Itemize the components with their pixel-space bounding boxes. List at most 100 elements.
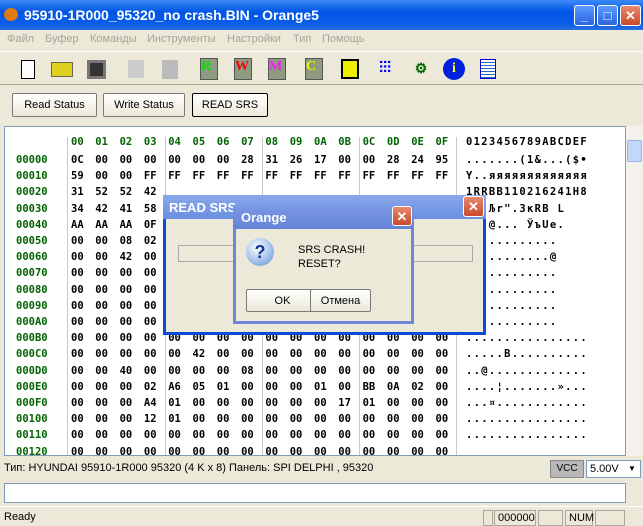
hex-byte[interactable]: FF bbox=[290, 170, 303, 182]
hex-byte[interactable]: 00 bbox=[241, 348, 254, 360]
menu-tools[interactable]: Инструменты bbox=[147, 33, 216, 45]
hex-byte[interactable]: 00 bbox=[95, 381, 108, 393]
hex-byte[interactable]: 00 bbox=[168, 365, 181, 377]
hex-byte[interactable]: 00 bbox=[265, 429, 278, 441]
hex-byte[interactable]: 00 bbox=[363, 429, 376, 441]
hex-byte[interactable]: A6 bbox=[168, 381, 181, 393]
hex-byte[interactable]: 00 bbox=[436, 397, 449, 409]
hex-byte[interactable]: 00 bbox=[71, 446, 84, 455]
hex-byte[interactable]: 00 bbox=[95, 284, 108, 296]
hex-byte[interactable]: 00 bbox=[144, 284, 157, 296]
hex-byte[interactable]: 00 bbox=[120, 429, 133, 441]
hex-byte[interactable]: 00 bbox=[120, 413, 133, 425]
hex-byte[interactable]: 00 bbox=[95, 397, 108, 409]
compare-chip-icon[interactable]: C bbox=[302, 57, 326, 81]
hex-byte[interactable]: 00 bbox=[71, 316, 84, 328]
hex-byte[interactable]: 00 bbox=[217, 365, 230, 377]
new-file-icon[interactable] bbox=[16, 57, 40, 81]
hex-byte[interactable]: 00 bbox=[387, 446, 400, 455]
hex-byte[interactable]: FF bbox=[338, 170, 351, 182]
hex-byte[interactable]: 28 bbox=[241, 154, 254, 166]
vcc-button[interactable]: VCC bbox=[550, 460, 584, 478]
hex-byte[interactable]: 00 bbox=[436, 381, 449, 393]
hex-byte[interactable]: 00 bbox=[193, 446, 206, 455]
hex-byte[interactable]: 40 bbox=[120, 365, 133, 377]
hex-byte[interactable]: 00 bbox=[387, 397, 400, 409]
close-button[interactable]: ✕ bbox=[620, 5, 641, 26]
hex-byte[interactable]: 00 bbox=[120, 316, 133, 328]
hex-byte[interactable]: 01 bbox=[168, 397, 181, 409]
hex-byte[interactable]: 00 bbox=[241, 446, 254, 455]
hex-byte[interactable]: 00 bbox=[363, 413, 376, 425]
menu-buffer[interactable]: Буфер bbox=[45, 33, 79, 45]
hex-byte[interactable]: AA bbox=[95, 219, 108, 231]
hex-row[interactable]: 00120 00 00 00 00 00 00 00 00 00 00 00 00 00 00 00 00 bbox=[5, 446, 625, 455]
ok-button[interactable]: OK bbox=[246, 289, 319, 312]
hex-byte[interactable]: 00 bbox=[314, 397, 327, 409]
hex-byte[interactable]: 01 bbox=[363, 397, 376, 409]
menu-file[interactable]: Файл bbox=[7, 33, 34, 45]
hex-byte[interactable]: 00 bbox=[217, 446, 230, 455]
hex-byte[interactable]: 00 bbox=[168, 429, 181, 441]
hex-byte[interactable]: 00 bbox=[71, 381, 84, 393]
hex-byte[interactable]: 00 bbox=[95, 154, 108, 166]
hex-row[interactable]: 000D0 00 00 40 00 00 00 00 08 00 00 00 00 00 00 00 00 ..@… bbox=[5, 365, 625, 381]
minimize-button[interactable]: _ bbox=[574, 5, 595, 26]
device-icon[interactable] bbox=[338, 57, 362, 81]
hex-byte[interactable]: 02 bbox=[144, 235, 157, 247]
hex-byte[interactable]: 24 bbox=[411, 154, 424, 166]
document-icon[interactable] bbox=[476, 57, 500, 81]
hex-byte[interactable]: 00 bbox=[144, 429, 157, 441]
hex-byte[interactable]: 00 bbox=[144, 332, 157, 344]
hex-byte[interactable]: 00 bbox=[241, 413, 254, 425]
hex-byte[interactable]: 00 bbox=[411, 397, 424, 409]
hex-byte[interactable]: 00 bbox=[338, 348, 351, 360]
hex-byte[interactable]: 00 bbox=[120, 348, 133, 360]
hex-byte[interactable]: 31 bbox=[265, 154, 278, 166]
hex-byte[interactable]: AA bbox=[120, 219, 133, 231]
hex-byte[interactable]: 00 bbox=[120, 170, 133, 182]
hex-byte[interactable]: 00 bbox=[95, 170, 108, 182]
log-output[interactable] bbox=[4, 483, 626, 503]
hex-byte[interactable]: 00 bbox=[120, 446, 133, 455]
hex-byte[interactable]: 00 bbox=[71, 235, 84, 247]
save-icon[interactable] bbox=[84, 57, 108, 81]
hex-byte[interactable]: 00 bbox=[71, 332, 84, 344]
hex-byte[interactable]: 00 bbox=[193, 429, 206, 441]
hex-byte[interactable]: 00 bbox=[387, 348, 400, 360]
cancel-button[interactable]: Отмена bbox=[310, 289, 371, 312]
hex-byte[interactable]: 00 bbox=[95, 316, 108, 328]
hex-byte[interactable]: 00 bbox=[120, 381, 133, 393]
hex-byte[interactable]: 00 bbox=[95, 413, 108, 425]
hex-byte[interactable]: 00 bbox=[71, 300, 84, 312]
hex-byte[interactable]: 00 bbox=[144, 251, 157, 263]
hex-byte[interactable]: BB bbox=[363, 381, 376, 393]
hex-byte[interactable]: 00 bbox=[241, 381, 254, 393]
hex-byte[interactable]: 00 bbox=[217, 429, 230, 441]
hex-byte[interactable]: 00 bbox=[411, 365, 424, 377]
hex-row[interactable]: 00000 0C 00 00 00 00 00 00 28 31 26 17 00 00 28 24 95...… bbox=[5, 154, 625, 170]
hex-byte[interactable]: 00 bbox=[363, 446, 376, 455]
hex-byte[interactable]: 00 bbox=[193, 413, 206, 425]
hex-row[interactable]: 00010 59 00 00 FF FF FF FF FF FF FF FF FF FF FF FF FF Y..… bbox=[5, 170, 625, 186]
hex-byte[interactable]: 00 bbox=[95, 267, 108, 279]
hex-byte[interactable]: 17 bbox=[338, 397, 351, 409]
hex-byte[interactable]: 00 bbox=[411, 446, 424, 455]
hex-byte[interactable]: 52 bbox=[120, 186, 133, 198]
hex-byte[interactable]: 34 bbox=[71, 203, 84, 215]
modify-chip-icon[interactable]: M bbox=[265, 57, 289, 81]
hex-byte[interactable]: 00 bbox=[71, 397, 84, 409]
hex-byte[interactable]: 00 bbox=[387, 429, 400, 441]
hex-row[interactable]: 00110 00 00 00 00 00 00 00 00 00 00 00 00 00 00 00 00...… bbox=[5, 429, 625, 445]
hex-byte[interactable]: 12 bbox=[144, 413, 157, 425]
hex-byte[interactable]: FF bbox=[144, 170, 157, 182]
hex-byte[interactable]: 58 bbox=[144, 203, 157, 215]
menu-commands[interactable]: Команды bbox=[90, 33, 137, 45]
hex-byte[interactable]: 00 bbox=[290, 446, 303, 455]
hex-byte[interactable]: 00 bbox=[411, 429, 424, 441]
hex-byte[interactable]: 00 bbox=[314, 365, 327, 377]
read-srs-close-button[interactable]: ✕ bbox=[463, 196, 484, 217]
hex-byte[interactable]: 00 bbox=[71, 365, 84, 377]
hex-byte[interactable]: 00 bbox=[411, 348, 424, 360]
hex-byte[interactable]: 00 bbox=[168, 446, 181, 455]
